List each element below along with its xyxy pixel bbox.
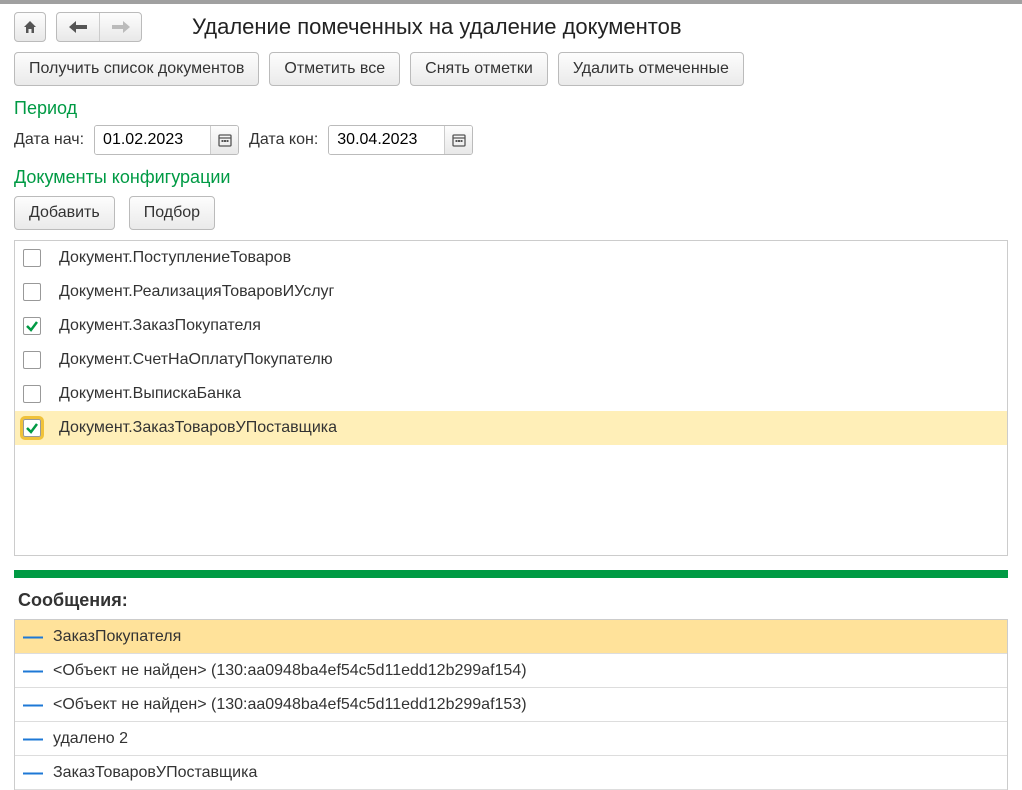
minus-icon: — — [25, 627, 41, 647]
minus-icon: — — [25, 695, 41, 715]
arrow-left-icon — [69, 21, 87, 33]
minus-icon: — — [25, 763, 41, 783]
message-text: <Объект не найден> (130:aa0948ba4ef54c5d… — [53, 662, 527, 680]
home-icon — [22, 19, 38, 35]
message-row[interactable]: — <Объект не найден> (130:aa0948ba4ef54c5… — [15, 688, 1007, 722]
arrow-right-icon — [112, 21, 130, 33]
history-nav — [56, 12, 142, 42]
document-row[interactable]: Документ.РеализацияТоваровИУслуг — [15, 275, 1007, 309]
docs-section-label: Документы конфигурации — [0, 165, 1022, 192]
get-documents-button[interactable]: Получить список документов — [14, 52, 259, 86]
message-row[interactable]: — <Объект не найден> (130:aa0948ba4ef54c5… — [15, 654, 1007, 688]
mark-all-button[interactable]: Отметить все — [269, 52, 400, 86]
date-end-wrap — [328, 125, 473, 155]
row-checkbox[interactable] — [23, 317, 41, 335]
message-text: <Объект не найден> (130:aa0948ba4ef54c5d… — [53, 696, 527, 714]
document-row-label: Документ.ПоступлениеТоваров — [59, 249, 291, 267]
document-row[interactable]: Документ.ЗаказТоваровУПоставщика — [15, 411, 1007, 445]
nav-group — [14, 12, 142, 42]
home-button[interactable] — [14, 12, 46, 42]
document-list[interactable]: Документ.ПоступлениеТоваров Документ.Реал… — [14, 240, 1008, 556]
row-checkbox[interactable] — [23, 351, 41, 369]
date-end-calendar-button[interactable] — [444, 126, 472, 154]
messages-label: Сообщения: — [0, 586, 1022, 619]
period-row: Дата нач: Дата кон: — [0, 123, 1022, 165]
message-row[interactable]: — ЗаказТоваровУПоставщика — [15, 756, 1007, 790]
main-toolbar: Получить список документов Отметить все … — [0, 48, 1022, 96]
back-button[interactable] — [57, 13, 99, 41]
pick-button[interactable]: Подбор — [129, 196, 215, 230]
messages-list[interactable]: — ЗаказПокупателя — <Объект не найден> (130… — [14, 619, 1008, 790]
document-row-label: Документ.СчетНаОплатуПокупателю — [59, 351, 333, 369]
date-start-input[interactable] — [95, 126, 210, 154]
row-checkbox[interactable] — [23, 249, 41, 267]
forward-button[interactable] — [99, 13, 141, 41]
document-row[interactable]: Документ.ПоступлениеТоваров — [15, 241, 1007, 275]
date-start-label: Дата нач: — [14, 131, 84, 149]
unmark-all-button[interactable]: Снять отметки — [410, 52, 548, 86]
document-row[interactable]: Документ.СчетНаОплатуПокупателю — [15, 343, 1007, 377]
docs-toolbar: Добавить Подбор — [0, 192, 1022, 240]
header: Удаление помеченных на удаление документ… — [0, 4, 1022, 48]
delete-marked-button[interactable]: Удалить отмеченные — [558, 52, 744, 86]
calendar-icon — [452, 133, 466, 147]
date-end-input[interactable] — [329, 126, 444, 154]
date-start-calendar-button[interactable] — [210, 126, 238, 154]
message-row[interactable]: — удалено 2 — [15, 722, 1007, 756]
document-row-label: Документ.ЗаказПокупателя — [59, 317, 261, 335]
message-text: удалено 2 — [53, 730, 128, 748]
document-row-label: Документ.РеализацияТоваровИУслуг — [59, 283, 334, 301]
date-end-label: Дата кон: — [249, 131, 318, 149]
row-checkbox[interactable] — [23, 283, 41, 301]
date-start-wrap — [94, 125, 239, 155]
minus-icon: — — [25, 661, 41, 681]
calendar-icon — [218, 133, 232, 147]
row-checkbox[interactable] — [23, 385, 41, 403]
message-text: ЗаказТоваровУПоставщика — [53, 764, 257, 782]
message-text: ЗаказПокупателя — [53, 628, 181, 646]
period-section-label: Период — [0, 96, 1022, 123]
document-row-label: Документ.ЗаказТоваровУПоставщика — [59, 419, 337, 437]
document-row[interactable]: Документ.ВыпискаБанка — [15, 377, 1007, 411]
page-title: Удаление помеченных на удаление документ… — [192, 14, 682, 40]
document-row[interactable]: Документ.ЗаказПокупателя — [15, 309, 1007, 343]
document-row-label: Документ.ВыпискаБанка — [59, 385, 241, 403]
row-checkbox[interactable] — [23, 419, 41, 437]
minus-icon: — — [25, 729, 41, 749]
section-divider — [14, 570, 1008, 578]
add-button[interactable]: Добавить — [14, 196, 115, 230]
message-row[interactable]: — ЗаказПокупателя — [15, 620, 1007, 654]
